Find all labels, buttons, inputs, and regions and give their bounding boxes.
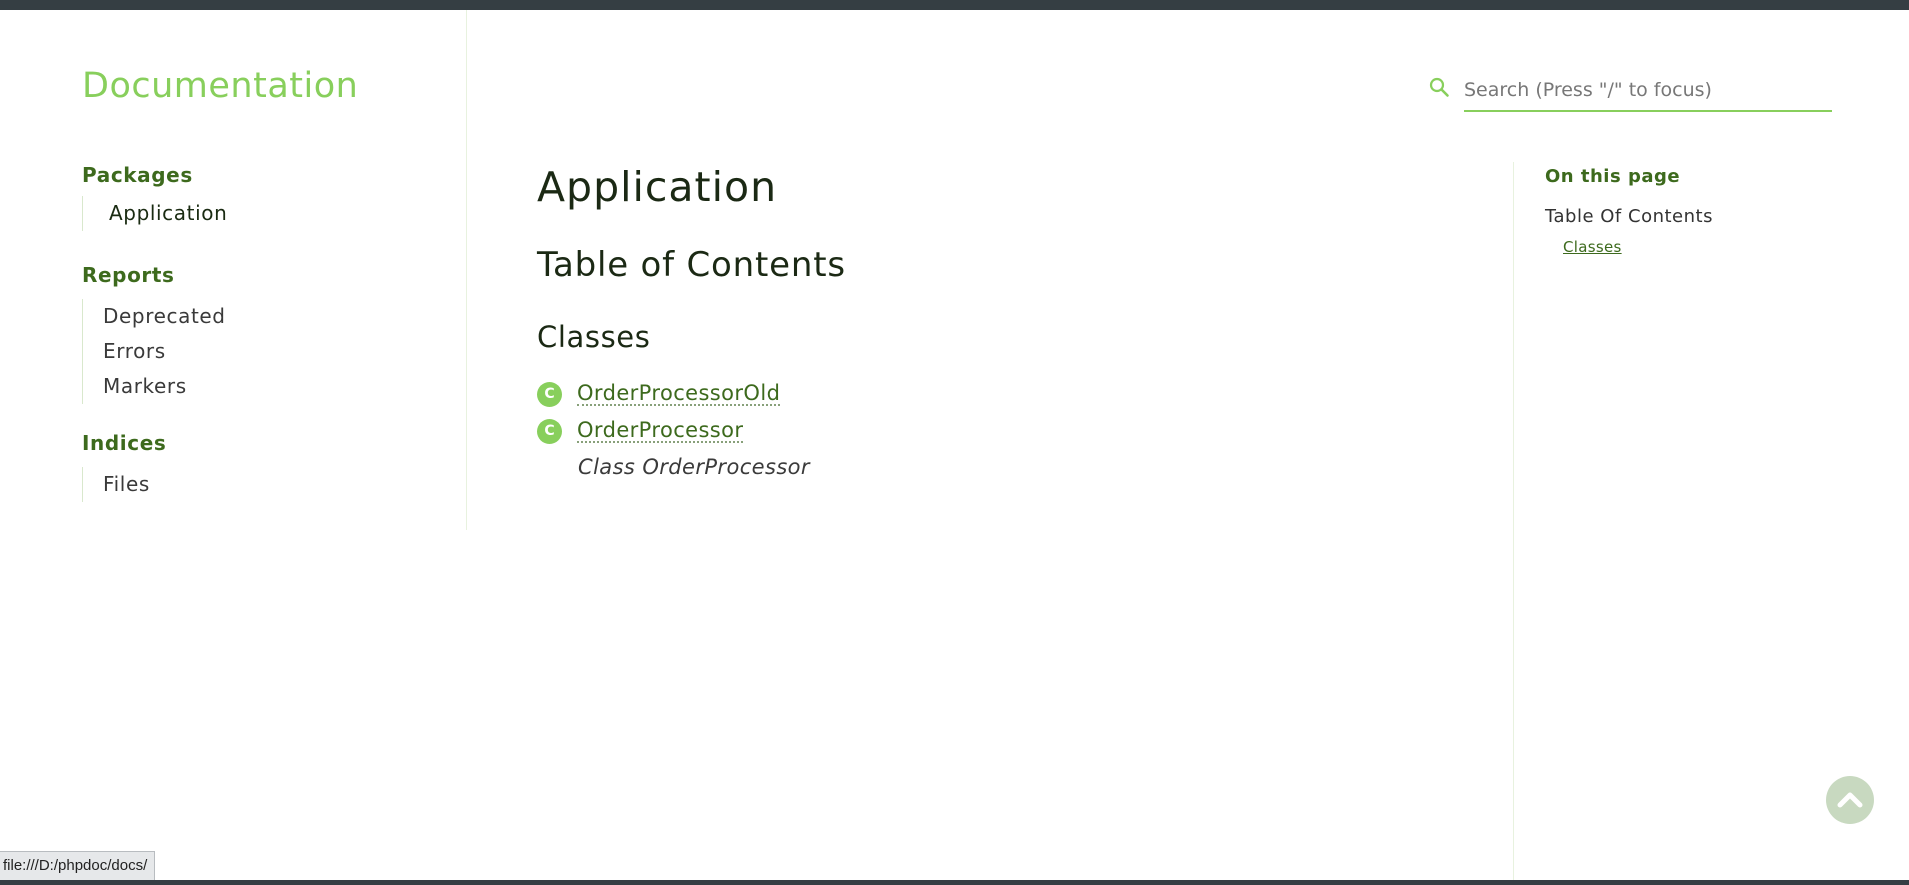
- nav-item-application[interactable]: Application: [83, 196, 227, 231]
- status-bar-url: file:///D:/phpdoc/docs/: [0, 851, 156, 880]
- on-this-page-panel: On this page Table Of Contents Classes: [1513, 162, 1909, 880]
- nav-section-reports: Reports: [82, 263, 175, 287]
- class-row: C OrderProcessor: [537, 416, 744, 446]
- class-badge-icon: C: [537, 418, 562, 444]
- class-row: C OrderProcessorOld: [537, 379, 781, 409]
- nav-group-reports: Deprecated Errors Markers: [82, 299, 226, 404]
- bottom-bar: [0, 880, 1909, 885]
- nav-item-deprecated[interactable]: Deprecated: [83, 299, 226, 334]
- nav-section-indices: Indices: [82, 431, 167, 455]
- classes-heading: Classes: [537, 320, 651, 354]
- top-bar: [0, 0, 1909, 10]
- class-link-orderprocessor[interactable]: OrderProcessor: [577, 419, 744, 443]
- nav-section-packages: Packages: [82, 163, 193, 187]
- chevron-up-icon: [1837, 792, 1863, 808]
- search-icon: [1429, 77, 1449, 97]
- nav-group-packages: Application: [82, 196, 227, 231]
- search-box: [1428, 70, 1833, 112]
- brand-link[interactable]: Documentation: [82, 66, 358, 106]
- back-to-top-button[interactable]: [1826, 776, 1874, 824]
- class-link-orderprocessorold[interactable]: OrderProcessorOld: [577, 382, 781, 406]
- nav-item-files[interactable]: Files: [83, 467, 150, 502]
- toc-item-table-of-contents: Table Of Contents: [1545, 206, 1713, 227]
- toc-heading: Table of Contents: [537, 245, 846, 285]
- toc-title: On this page: [1545, 166, 1681, 187]
- nav-item-errors[interactable]: Errors: [83, 334, 226, 369]
- toc-link-classes[interactable]: Classes: [1563, 238, 1622, 256]
- nav-item-markers[interactable]: Markers: [83, 369, 226, 404]
- class-badge-icon: C: [537, 381, 562, 407]
- nav-group-indices: Files: [82, 467, 150, 502]
- class-summary: Class OrderProcessor: [578, 455, 810, 479]
- page-title: Application: [537, 163, 778, 211]
- sidebar: Documentation: [0, 10, 467, 530]
- search-input[interactable]: [1464, 70, 1832, 112]
